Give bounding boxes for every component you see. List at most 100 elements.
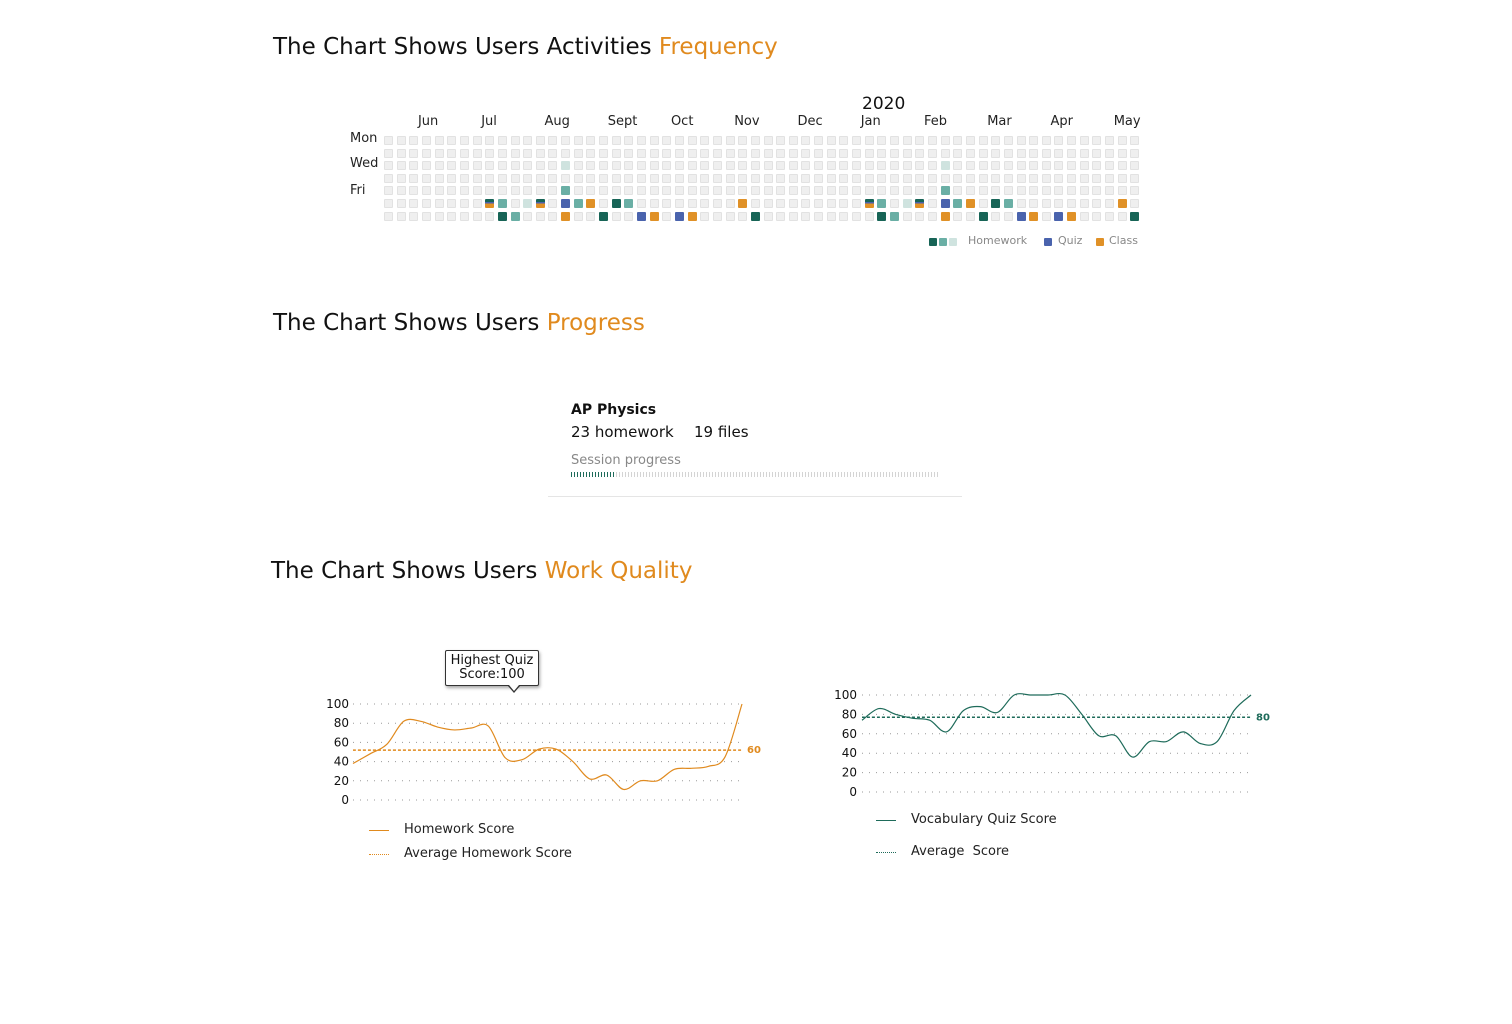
heatmap-cell-homework-mid[interactable] bbox=[624, 199, 634, 208]
heatmap-cell[interactable] bbox=[763, 199, 773, 208]
heatmap-cell-quiz[interactable] bbox=[637, 211, 646, 221]
heatmap-cell-homework-mid[interactable] bbox=[940, 186, 950, 196]
heatmap-cell[interactable] bbox=[485, 173, 495, 183]
heatmap-cell[interactable] bbox=[1016, 148, 1026, 158]
heatmap-cell[interactable] bbox=[953, 211, 963, 221]
heatmap-cell[interactable] bbox=[687, 186, 697, 196]
heatmap-cell[interactable] bbox=[788, 211, 798, 221]
heatmap-cell[interactable] bbox=[890, 199, 899, 208]
heatmap-cell[interactable] bbox=[1067, 136, 1077, 145]
heatmap-cell-class[interactable] bbox=[1029, 211, 1039, 221]
heatmap-cell[interactable] bbox=[953, 148, 963, 158]
heatmap-cell[interactable] bbox=[649, 199, 659, 208]
heatmap-cell[interactable] bbox=[611, 161, 621, 171]
heatmap-cell[interactable] bbox=[978, 186, 988, 196]
heatmap-cell-mixed[interactable] bbox=[535, 199, 545, 208]
heatmap-cell[interactable] bbox=[561, 148, 571, 158]
heatmap-cell[interactable] bbox=[1079, 136, 1089, 145]
heatmap-cell[interactable] bbox=[839, 186, 849, 196]
heatmap-cell[interactable] bbox=[991, 173, 1001, 183]
heatmap-cell[interactable] bbox=[1117, 211, 1127, 221]
heatmap-cell-homework-dark[interactable] bbox=[991, 199, 1001, 208]
heatmap-cell[interactable] bbox=[421, 136, 431, 145]
heatmap-cell-mixed[interactable] bbox=[864, 199, 874, 208]
heatmap-cell[interactable] bbox=[927, 186, 937, 196]
heatmap-cell-homework-mid[interactable] bbox=[890, 211, 899, 221]
heatmap-cell[interactable] bbox=[738, 161, 748, 171]
heatmap-cell[interactable] bbox=[459, 199, 469, 208]
heatmap-cell[interactable] bbox=[396, 211, 406, 221]
heatmap-cell[interactable] bbox=[485, 161, 495, 171]
heatmap-cell[interactable] bbox=[1092, 211, 1102, 221]
heatmap-cell[interactable] bbox=[915, 161, 925, 171]
heatmap-cell[interactable] bbox=[497, 136, 507, 145]
heatmap-cell[interactable] bbox=[421, 148, 431, 158]
heatmap-cell[interactable] bbox=[890, 136, 899, 145]
heatmap-cell[interactable] bbox=[814, 148, 824, 158]
heatmap-cell[interactable] bbox=[611, 211, 621, 221]
heatmap-cell[interactable] bbox=[814, 136, 824, 145]
heatmap-cell[interactable] bbox=[1130, 199, 1140, 208]
heatmap-cell-quiz[interactable] bbox=[1016, 211, 1026, 221]
heatmap-cell[interactable] bbox=[927, 161, 937, 171]
heatmap-cell[interactable] bbox=[700, 148, 710, 158]
heatmap-cell[interactable] bbox=[485, 148, 495, 158]
heatmap-cell[interactable] bbox=[738, 186, 748, 196]
heatmap-cell[interactable] bbox=[573, 136, 583, 145]
heatmap-cell[interactable] bbox=[814, 186, 824, 196]
heatmap-cell[interactable] bbox=[902, 136, 912, 145]
heatmap-cell[interactable] bbox=[409, 161, 419, 171]
heatmap-cell[interactable] bbox=[1130, 161, 1140, 171]
heatmap-cell[interactable] bbox=[1029, 186, 1039, 196]
heatmap-cell[interactable] bbox=[472, 186, 482, 196]
heatmap-cell[interactable] bbox=[852, 211, 862, 221]
heatmap-cell[interactable] bbox=[725, 211, 735, 221]
heatmap-cell[interactable] bbox=[965, 136, 975, 145]
heatmap-cell[interactable] bbox=[852, 173, 862, 183]
heatmap-cell[interactable] bbox=[965, 173, 975, 183]
heatmap-cell-homework-dark[interactable] bbox=[611, 199, 621, 208]
heatmap-cell[interactable] bbox=[788, 199, 798, 208]
heatmap-cell[interactable] bbox=[586, 173, 596, 183]
heatmap-cell[interactable] bbox=[447, 161, 457, 171]
heatmap-cell[interactable] bbox=[434, 161, 444, 171]
heatmap-cell[interactable] bbox=[561, 136, 571, 145]
heatmap-cell[interactable] bbox=[1003, 148, 1013, 158]
heatmap-cell[interactable] bbox=[839, 211, 849, 221]
heatmap-cell[interactable] bbox=[712, 186, 722, 196]
heatmap-cell[interactable] bbox=[763, 136, 773, 145]
heatmap-cell[interactable] bbox=[624, 186, 634, 196]
heatmap-cell[interactable] bbox=[662, 161, 672, 171]
heatmap-cell[interactable] bbox=[409, 136, 419, 145]
heatmap-cell-homework-light[interactable] bbox=[940, 161, 950, 171]
heatmap-cell[interactable] bbox=[662, 186, 672, 196]
heatmap-cell[interactable] bbox=[1016, 186, 1026, 196]
heatmap-cell[interactable] bbox=[459, 173, 469, 183]
heatmap-cell[interactable] bbox=[573, 173, 583, 183]
heatmap-cell[interactable] bbox=[662, 199, 672, 208]
heatmap-cell[interactable] bbox=[953, 161, 963, 171]
heatmap-cell[interactable] bbox=[1105, 161, 1115, 171]
heatmap-cell[interactable] bbox=[637, 136, 646, 145]
heatmap-cell[interactable] bbox=[826, 161, 836, 171]
heatmap-cell[interactable] bbox=[902, 173, 912, 183]
heatmap-cell[interactable] bbox=[1105, 211, 1115, 221]
heatmap-cell-homework-dark[interactable] bbox=[497, 211, 507, 221]
heatmap-cell[interactable] bbox=[763, 186, 773, 196]
heatmap-cell[interactable] bbox=[1041, 136, 1051, 145]
heatmap-cell[interactable] bbox=[687, 161, 697, 171]
heatmap-cell[interactable] bbox=[826, 173, 836, 183]
heatmap-cell[interactable] bbox=[447, 211, 457, 221]
heatmap-cell[interactable] bbox=[510, 173, 520, 183]
heatmap-cell[interactable] bbox=[738, 173, 748, 183]
heatmap-cell[interactable] bbox=[1016, 173, 1026, 183]
heatmap-cell[interactable] bbox=[497, 148, 507, 158]
heatmap-cell[interactable] bbox=[523, 148, 533, 158]
heatmap-cell[interactable] bbox=[649, 136, 659, 145]
heatmap-cell[interactable] bbox=[548, 136, 558, 145]
heatmap-cell[interactable] bbox=[510, 199, 520, 208]
heatmap-cell[interactable] bbox=[674, 199, 684, 208]
heatmap-cell[interactable] bbox=[1016, 136, 1026, 145]
heatmap-cell[interactable] bbox=[421, 199, 431, 208]
heatmap-cell[interactable] bbox=[1130, 173, 1140, 183]
